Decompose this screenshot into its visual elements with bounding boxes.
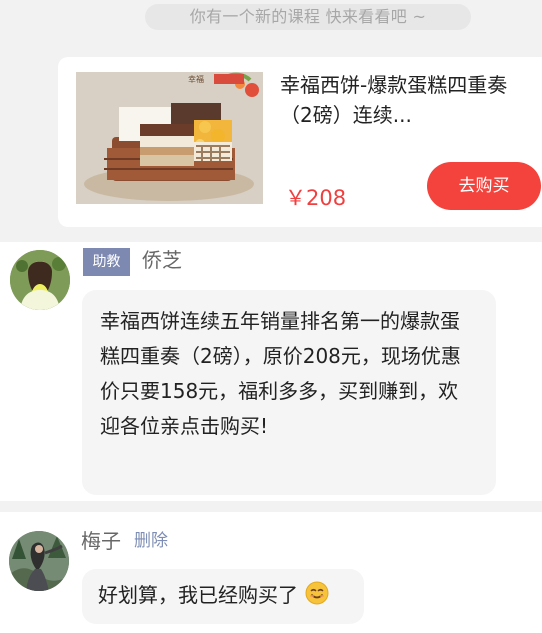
message-bubble: 好划算，我已经购买了 [82, 569, 364, 624]
product-price: ￥208 [285, 186, 347, 210]
product-thumbnail[interactable]: 幸福 [76, 72, 263, 204]
sender-name: 梅子 [81, 529, 121, 553]
delete-link[interactable]: 删除 [134, 529, 168, 553]
assistant-badge: 助教 [83, 248, 130, 276]
message-text: 幸福西饼连续五年销量排名第一的爆款蛋糕四重奏（2磅），原价208元，现场优惠价只… [100, 309, 461, 438]
sender-name: 侨芝 [142, 248, 182, 272]
woman-avatar[interactable] [10, 250, 70, 310]
svg-text:幸福: 幸福 [188, 75, 204, 84]
cake-product-image: 幸福 [76, 72, 263, 204]
message-item: 助教 侨芝 幸福西饼连续五年销量排名第一的爆款蛋糕四重奏（2磅），原价208元，… [0, 242, 542, 501]
product-card[interactable]: 幸福 幸福西饼-爆款蛋糕四重奏（2磅）连续... ￥208 去购买 [58, 57, 542, 227]
course-notice: 你有一个新的课程 快来看看吧 ~ [145, 4, 471, 30]
woman-avatar-image [10, 250, 70, 310]
forest-avatar[interactable] [9, 531, 69, 591]
product-title[interactable]: 幸福西饼-爆款蛋糕四重奏（2磅）连续... [280, 70, 530, 130]
message-text: 好划算，我已经购买了 [98, 583, 298, 607]
message-item: 梅子 删除 好划算，我已经购买了 [0, 512, 542, 633]
buy-button[interactable]: 去购买 [427, 162, 541, 210]
smile-icon [305, 580, 329, 605]
forest-avatar-image [9, 531, 69, 591]
message-bubble: 幸福西饼连续五年销量排名第一的爆款蛋糕四重奏（2磅），原价208元，现场优惠价只… [82, 290, 496, 495]
